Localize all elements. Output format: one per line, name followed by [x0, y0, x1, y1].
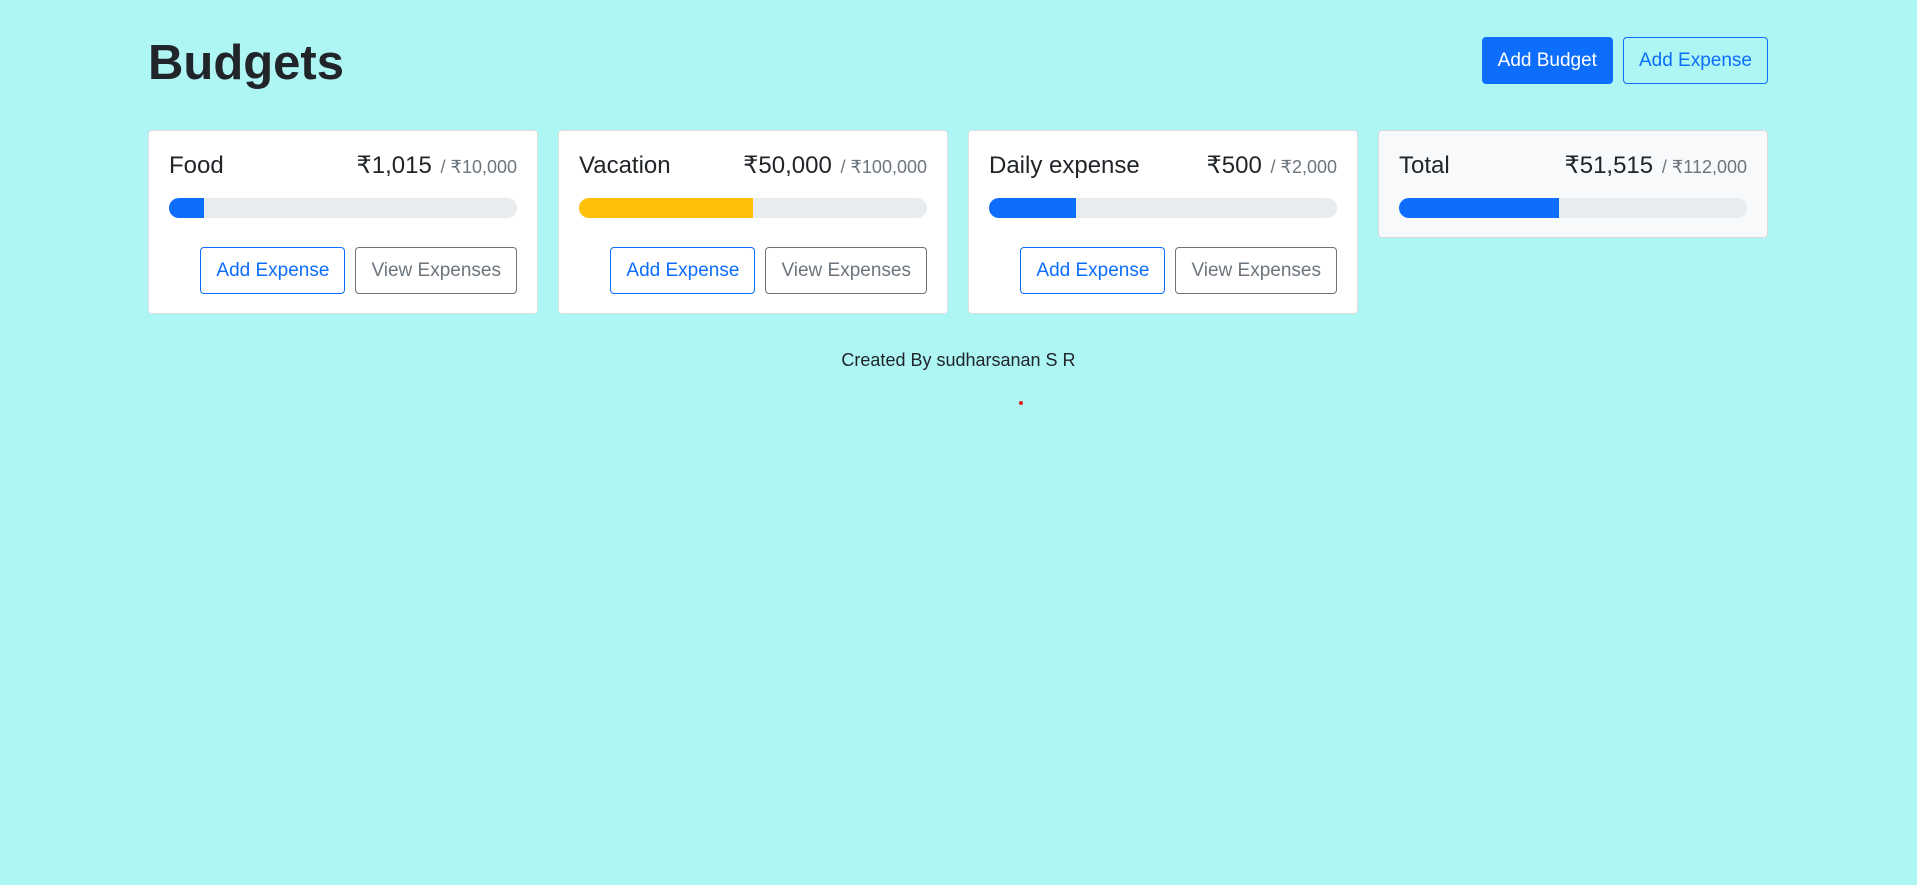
card-title-row: Food ₹1,015 / ₹10,000 — [169, 151, 517, 180]
amount-max: / ₹100,000 — [840, 157, 927, 177]
amount-spent: ₹500 — [1206, 152, 1262, 179]
view-expenses-button[interactable]: View Expenses — [1175, 247, 1337, 294]
budget-cards: Food ₹1,015 / ₹10,000 Add Expense View E… — [148, 130, 1768, 314]
card-actions: Add Expense View Expenses — [989, 247, 1337, 294]
progress-bar — [1399, 198, 1560, 218]
budget-name: Vacation — [579, 152, 671, 179]
view-expenses-button[interactable]: View Expenses — [355, 247, 517, 294]
page-title: Budgets — [148, 35, 344, 90]
progress-bar — [169, 198, 205, 218]
amount-spent: ₹51,515 — [1564, 152, 1654, 179]
page-header: Budgets Add Budget Add Expense — [148, 4, 1768, 122]
progress-track — [169, 198, 517, 218]
main-container: Budgets Add Budget Add Expense Food ₹1,0… — [148, 0, 1768, 314]
header-actions: Add Budget Add Expense — [1481, 36, 1768, 84]
add-budget-button[interactable]: Add Budget — [1481, 36, 1613, 84]
amount-max: / ₹2,000 — [1270, 157, 1338, 177]
budget-amount: ₹50,000 / ₹100,000 — [743, 151, 927, 180]
budget-name: Daily expense — [989, 152, 1140, 179]
add-expense-button[interactable]: Add Expense — [1622, 36, 1768, 84]
progress-track — [579, 198, 927, 218]
total-name: Total — [1399, 152, 1450, 179]
budget-card-food: Food ₹1,015 / ₹10,000 Add Expense View E… — [148, 130, 538, 314]
footer-credit: Created By sudharsanan S R — [841, 350, 1076, 370]
add-expense-button[interactable]: Add Expense — [610, 247, 756, 294]
progress-track — [1399, 198, 1747, 218]
card-actions: Add Expense View Expenses — [579, 247, 927, 294]
progress-bar — [579, 198, 753, 218]
amount-max: / ₹112,000 — [1661, 157, 1747, 177]
budget-card-daily-expense: Daily expense ₹500 / ₹2,000 Add Expense … — [968, 130, 1358, 314]
card-actions: Add Expense View Expenses — [169, 247, 517, 294]
add-expense-button[interactable]: Add Expense — [200, 247, 346, 294]
budget-card-vacation: Vacation ₹50,000 / ₹100,000 Add Expense … — [558, 130, 948, 314]
progress-bar — [989, 198, 1076, 218]
add-expense-button[interactable]: Add Expense — [1020, 247, 1166, 294]
progress-track — [989, 198, 1337, 218]
total-amount: ₹51,515 / ₹112,000 — [1564, 151, 1747, 180]
view-expenses-button[interactable]: View Expenses — [765, 247, 927, 294]
amount-spent: ₹50,000 — [743, 152, 832, 179]
red-dot-marker — [1019, 401, 1023, 405]
budget-card-total: Total ₹51,515 / ₹112,000 — [1378, 130, 1768, 238]
budget-amount: ₹1,015 / ₹10,000 — [356, 151, 517, 180]
card-title-row: Daily expense ₹500 / ₹2,000 — [989, 151, 1337, 180]
card-title-row: Total ₹51,515 / ₹112,000 — [1399, 151, 1747, 180]
amount-max: / ₹10,000 — [440, 157, 517, 177]
amount-spent: ₹1,015 — [356, 152, 432, 179]
budget-name: Food — [169, 152, 224, 179]
budget-amount: ₹500 / ₹2,000 — [1207, 151, 1337, 180]
card-title-row: Vacation ₹50,000 / ₹100,000 — [579, 151, 927, 180]
